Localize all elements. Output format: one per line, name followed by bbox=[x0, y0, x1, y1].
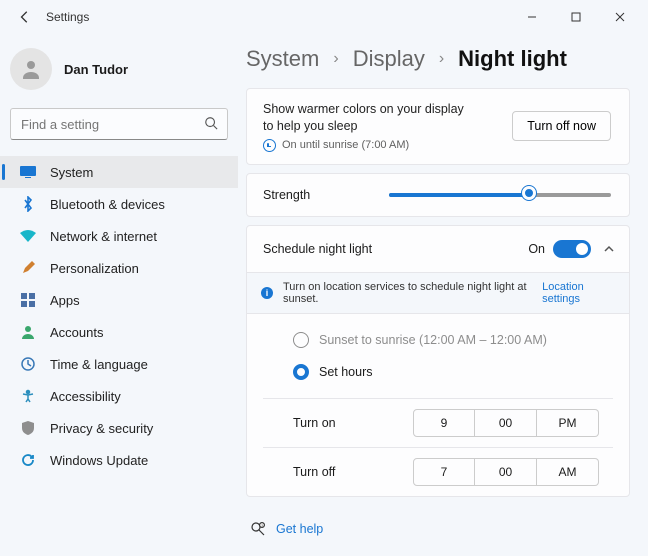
back-button[interactable] bbox=[18, 10, 32, 24]
schedule-header[interactable]: Schedule night light On bbox=[247, 226, 629, 272]
bluetooth-icon bbox=[20, 196, 36, 212]
status-text: On until sunrise (7:00 AM) bbox=[282, 139, 409, 151]
location-settings-link[interactable]: Location settings bbox=[542, 281, 615, 305]
nav-time[interactable]: Time & language bbox=[0, 348, 238, 380]
nav-label: Network & internet bbox=[50, 229, 157, 244]
nav-apps[interactable]: Apps bbox=[0, 284, 238, 316]
notice-text: Turn on location services to schedule ni… bbox=[283, 281, 532, 305]
info-icon bbox=[263, 139, 276, 152]
night-light-description: Show warmer colors on your display to he… bbox=[263, 101, 473, 135]
radio-hours-label: Set hours bbox=[319, 365, 373, 379]
schedule-card: Schedule night light On i Turn on locati… bbox=[246, 225, 630, 497]
accounts-icon bbox=[20, 324, 36, 340]
search-box[interactable] bbox=[10, 108, 228, 140]
radio-set-hours[interactable] bbox=[293, 364, 309, 380]
nav-label: Personalization bbox=[50, 261, 139, 276]
close-button[interactable] bbox=[598, 2, 642, 32]
turn-off-row: Turn off 7 00 AM bbox=[263, 448, 613, 496]
turn-on-hour[interactable]: 9 bbox=[413, 409, 475, 437]
slider-fill bbox=[389, 193, 529, 197]
system-icon bbox=[20, 164, 36, 180]
turn-off-hour[interactable]: 7 bbox=[413, 458, 475, 486]
nav-label: Accessibility bbox=[50, 389, 121, 404]
nav-privacy[interactable]: Privacy & security bbox=[0, 412, 238, 444]
help-label: Get help bbox=[276, 522, 323, 536]
nav-label: Bluetooth & devices bbox=[50, 197, 165, 212]
nav-accounts[interactable]: Accounts bbox=[0, 316, 238, 348]
content: System › Display › Night light Show warm… bbox=[238, 34, 648, 556]
location-notice: i Turn on location services to schedule … bbox=[247, 272, 629, 313]
page-title: Night light bbox=[458, 46, 567, 72]
chevron-up-icon bbox=[603, 243, 615, 255]
turn-off-now-button[interactable]: Turn off now bbox=[512, 111, 611, 141]
nav-system[interactable]: System bbox=[0, 156, 238, 188]
nav-list: System Bluetooth & devices Network & int… bbox=[0, 156, 238, 476]
access-icon bbox=[20, 388, 36, 404]
schedule-state: On bbox=[528, 242, 545, 256]
apps-icon bbox=[20, 292, 36, 308]
schedule-toggle[interactable] bbox=[553, 240, 591, 258]
nav-label: Windows Update bbox=[50, 453, 148, 468]
update-icon bbox=[20, 452, 36, 468]
nav-network[interactable]: Network & internet bbox=[0, 220, 238, 252]
minimize-button[interactable] bbox=[510, 2, 554, 32]
info-icon: i bbox=[261, 287, 273, 299]
nav-label: Apps bbox=[50, 293, 80, 308]
turn-on-ampm[interactable]: PM bbox=[537, 409, 599, 437]
help-icon: ? bbox=[250, 521, 266, 537]
strength-label: Strength bbox=[263, 188, 383, 202]
turn-off-ampm[interactable]: AM bbox=[537, 458, 599, 486]
sidebar: Dan Tudor System Bluetooth & devices Net… bbox=[0, 34, 238, 556]
schedule-title: Schedule night light bbox=[263, 242, 528, 256]
turn-on-row: Turn on 9 00 PM bbox=[263, 399, 613, 448]
radio-hours-row[interactable]: Set hours bbox=[263, 356, 613, 388]
shield-icon bbox=[20, 420, 36, 436]
breadcrumb: System › Display › Night light bbox=[246, 34, 630, 88]
nav-bluetooth[interactable]: Bluetooth & devices bbox=[0, 188, 238, 220]
night-light-status-card: Show warmer colors on your display to he… bbox=[246, 88, 630, 165]
search-input[interactable] bbox=[10, 108, 228, 140]
turn-off-minute[interactable]: 00 bbox=[475, 458, 537, 486]
window-title: Settings bbox=[46, 10, 89, 24]
turn-on-minute[interactable]: 00 bbox=[475, 409, 537, 437]
nav-update[interactable]: Windows Update bbox=[0, 444, 238, 476]
avatar bbox=[10, 48, 52, 90]
clock-icon bbox=[20, 356, 36, 372]
crumb-system[interactable]: System bbox=[246, 46, 319, 72]
chevron-right-icon: › bbox=[439, 50, 444, 68]
radio-sunset[interactable] bbox=[293, 332, 309, 348]
strength-slider[interactable] bbox=[389, 193, 611, 197]
radio-sunset-row[interactable]: Sunset to sunrise (12:00 AM – 12:00 AM) bbox=[263, 324, 613, 356]
night-light-status: On until sunrise (7:00 AM) bbox=[263, 139, 473, 152]
strength-card: Strength bbox=[246, 173, 630, 217]
time-pickers: Turn on 9 00 PM Turn off 7 00 AM bbox=[263, 398, 613, 496]
radio-sunset-label: Sunset to sunrise (12:00 AM – 12:00 AM) bbox=[319, 333, 547, 347]
maximize-button[interactable] bbox=[554, 2, 598, 32]
nav-label: Time & language bbox=[50, 357, 148, 372]
nav-label: Privacy & security bbox=[50, 421, 153, 436]
search-icon bbox=[204, 116, 218, 135]
wifi-icon bbox=[20, 228, 36, 244]
profile[interactable]: Dan Tudor bbox=[0, 42, 238, 104]
user-name: Dan Tudor bbox=[64, 62, 128, 77]
turn-on-label: Turn on bbox=[279, 416, 389, 430]
chevron-right-icon: › bbox=[333, 50, 338, 68]
slider-thumb[interactable] bbox=[522, 186, 536, 200]
titlebar: Settings bbox=[0, 0, 648, 34]
crumb-display[interactable]: Display bbox=[353, 46, 425, 72]
nav-personalization[interactable]: Personalization bbox=[0, 252, 238, 284]
nav-label: System bbox=[50, 165, 93, 180]
get-help-link[interactable]: ? Get help bbox=[246, 505, 630, 553]
nav-label: Accounts bbox=[50, 325, 103, 340]
brush-icon bbox=[20, 260, 36, 276]
schedule-body: Sunset to sunrise (12:00 AM – 12:00 AM) … bbox=[247, 313, 629, 496]
nav-accessibility[interactable]: Accessibility bbox=[0, 380, 238, 412]
turn-off-label: Turn off bbox=[279, 465, 389, 479]
